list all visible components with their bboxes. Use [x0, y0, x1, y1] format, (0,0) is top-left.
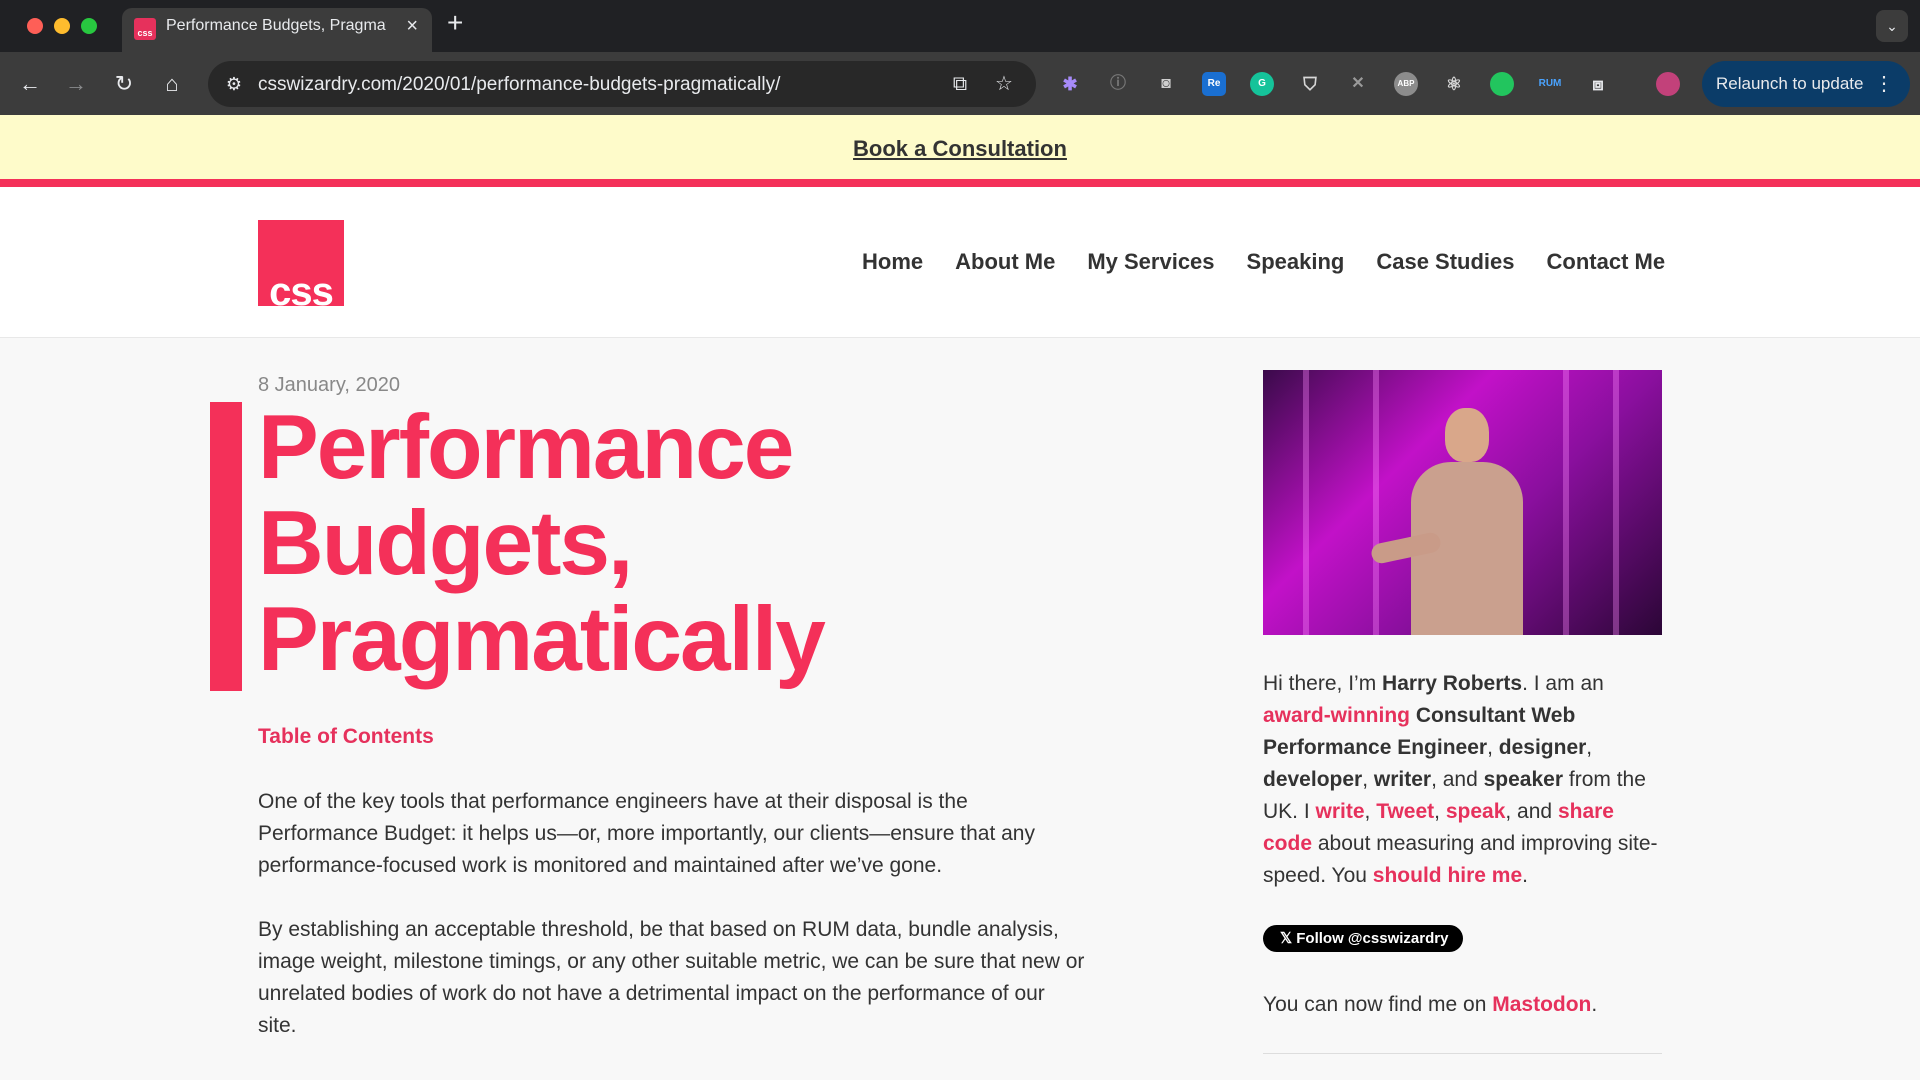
- pin-icon[interactable]: ✕: [1346, 72, 1370, 96]
- mastodon-link[interactable]: Mastodon: [1492, 993, 1591, 1016]
- write-link[interactable]: write: [1316, 800, 1365, 823]
- tweet-link[interactable]: Tweet: [1376, 800, 1434, 823]
- article-paragraph: By establishing an acceptable threshold,…: [258, 918, 1085, 1037]
- favicon-icon: css: [134, 18, 156, 40]
- nav-my-services[interactable]: My Services: [1087, 249, 1214, 275]
- address-bar[interactable]: ⚙ csswizardry.com/2020/01/performance-bu…: [208, 61, 1036, 107]
- follow-twitter-button[interactable]: 𝕏 Follow @csswizardry: [1263, 925, 1464, 952]
- extensions-icon[interactable]: ⧈: [1586, 72, 1610, 96]
- mastodon-note: You can now find me on Mastodon.: [1263, 993, 1598, 1016]
- rum-icon[interactable]: RUM: [1538, 72, 1562, 96]
- nav-about-me[interactable]: About Me: [955, 249, 1055, 275]
- nav-speaking[interactable]: Speaking: [1247, 249, 1345, 275]
- shield-icon[interactable]: ⛉: [1298, 72, 1322, 96]
- article-paragraph: One of the key tools that performance en…: [258, 790, 1035, 877]
- profile-avatar[interactable]: [1656, 72, 1680, 96]
- more-menu-icon[interactable]: ⋮: [1874, 61, 1894, 107]
- info-icon[interactable]: ⓘ: [1106, 72, 1130, 96]
- back-icon[interactable]: ←: [14, 68, 46, 100]
- browser-tab-bar: css Performance Budgets, Pragmatically ×…: [0, 0, 1920, 52]
- author-name: Harry Roberts: [1382, 672, 1523, 695]
- author-bio: Hi there, I’m Harry Roberts. I am an awa…: [1263, 672, 1658, 887]
- bookmark-star-icon[interactable]: ☆: [992, 72, 1016, 96]
- react-icon[interactable]: ⚛: [1442, 72, 1466, 96]
- hire-me-link[interactable]: should hire me: [1373, 864, 1522, 887]
- maximize-window-button[interactable]: [81, 18, 97, 34]
- accent-divider: [0, 179, 1920, 187]
- camera-icon[interactable]: ◙: [1154, 72, 1178, 96]
- new-tab-icon[interactable]: +: [447, 9, 463, 37]
- follow-label: Follow @csswizardry: [1296, 930, 1449, 947]
- sidebar-divider: [1263, 1053, 1662, 1054]
- x-logo-icon: 𝕏: [1280, 930, 1297, 947]
- speak-link[interactable]: speak: [1446, 800, 1506, 823]
- title-accent-bar: [210, 402, 242, 691]
- open-external-icon[interactable]: ⧉: [948, 72, 972, 96]
- logo-text: css: [269, 270, 334, 306]
- relaunch-button[interactable]: Relaunch to update ⋮: [1702, 61, 1910, 107]
- grammarly-icon[interactable]: G: [1250, 72, 1274, 96]
- reload-icon[interactable]: ↻: [108, 68, 140, 100]
- site-logo[interactable]: css: [258, 220, 344, 306]
- puzzle-gear-icon[interactable]: ✱: [1058, 72, 1082, 96]
- nav-contact-me[interactable]: Contact Me: [1547, 249, 1666, 275]
- relaunch-label: Relaunch to update: [1716, 74, 1864, 93]
- green-dot-icon[interactable]: [1490, 72, 1514, 96]
- tab-close-icon[interactable]: ×: [406, 15, 418, 38]
- nav-case-studies[interactable]: Case Studies: [1376, 249, 1514, 275]
- article-title: Performance Budgets, Pragmatically: [258, 397, 826, 690]
- browser-tab[interactable]: css Performance Budgets, Pragmatically ×: [122, 8, 432, 52]
- home-icon[interactable]: ⌂: [156, 68, 188, 100]
- forward-icon[interactable]: →: [60, 68, 92, 100]
- consultation-banner: Book a Consultation: [0, 115, 1920, 179]
- author-photo: [1263, 370, 1662, 635]
- book-consultation-link[interactable]: Book a Consultation: [853, 136, 1067, 162]
- url-text[interactable]: csswizardry.com/2020/01/performance-budg…: [258, 74, 780, 96]
- award-winning-link[interactable]: award-winning: [1263, 704, 1410, 727]
- browser-toolbar: ← → ↻ ⌂ ⚙ csswizardry.com/2020/01/perfor…: [0, 52, 1920, 115]
- site-header: css Home About Me My Services Speaking C…: [0, 187, 1920, 338]
- readcube-icon[interactable]: Re: [1202, 72, 1226, 96]
- close-window-button[interactable]: [27, 18, 43, 34]
- site-info-icon[interactable]: ⚙: [222, 72, 246, 96]
- main-nav: Home About Me My Services Speaking Case …: [862, 249, 1665, 275]
- tab-title: Performance Budgets, Pragmatically: [166, 17, 386, 34]
- table-of-contents-link[interactable]: Table of Contents: [258, 725, 434, 749]
- tab-search-chevron-icon[interactable]: ⌄: [1876, 10, 1908, 42]
- article-date: 8 January, 2020: [258, 374, 400, 396]
- abp-icon[interactable]: ABP: [1394, 72, 1418, 96]
- nav-home[interactable]: Home: [862, 249, 923, 275]
- minimize-window-button[interactable]: [54, 18, 70, 34]
